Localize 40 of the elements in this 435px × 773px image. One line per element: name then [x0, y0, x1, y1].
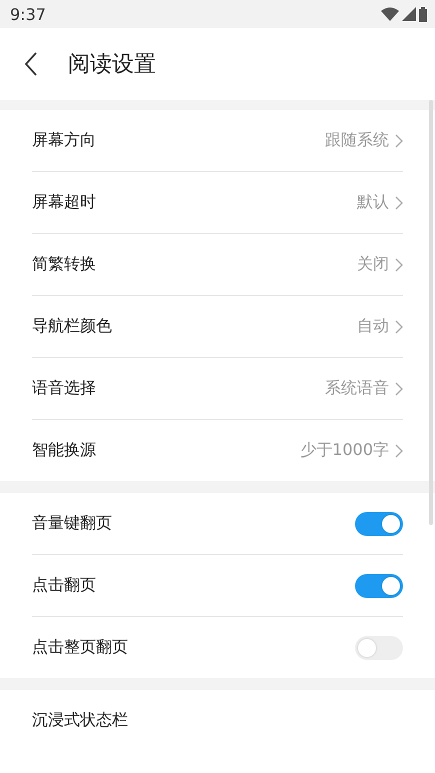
setting-value: 关闭 — [357, 254, 389, 275]
setting-value: 少于1000字 — [300, 440, 389, 461]
setting-label: 点击翻页 — [32, 575, 96, 596]
chevron-icon — [395, 320, 403, 334]
settings-row[interactable]: 沉浸式状态栏 — [32, 690, 403, 751]
settings-row[interactable]: 点击整页翻页 — [32, 617, 403, 678]
settings-row[interactable]: 屏幕超时 默认 — [32, 172, 403, 234]
setting-label: 音量键翻页 — [32, 513, 112, 534]
settings-row[interactable]: 导航栏颜色 自动 — [32, 296, 403, 358]
chevron-icon — [395, 196, 403, 210]
setting-label: 屏幕超时 — [32, 192, 96, 213]
chevron-icon — [395, 382, 403, 396]
setting-value: 默认 — [357, 192, 389, 213]
setting-value: 系统语音 — [325, 378, 389, 399]
setting-label: 导航栏颜色 — [32, 316, 112, 337]
settings-row[interactable]: 点击翻页 — [32, 555, 403, 617]
chevron-icon — [395, 444, 403, 458]
setting-label: 智能换源 — [32, 440, 96, 461]
page-title: 阅读设置 — [68, 51, 156, 79]
setting-label: 屏幕方向 — [32, 130, 96, 151]
status-time: 9:37 — [10, 4, 46, 24]
toggle-switch[interactable] — [355, 636, 403, 660]
settings-row[interactable]: 智能换源 少于1000字 — [32, 420, 403, 481]
toggle-switch[interactable] — [355, 574, 403, 598]
settings-row[interactable]: 屏幕方向 跟随系统 — [32, 110, 403, 172]
chevron-icon — [395, 134, 403, 148]
settings-row[interactable]: 语音选择 系统语音 — [32, 358, 403, 420]
settings-row[interactable]: 音量键翻页 — [32, 493, 403, 555]
wifi-icon — [381, 7, 399, 21]
setting-label: 简繁转换 — [32, 254, 96, 275]
chevron-icon — [395, 258, 403, 272]
setting-value: 跟随系统 — [325, 130, 389, 151]
setting-label: 沉浸式状态栏 — [32, 710, 128, 731]
setting-label: 语音选择 — [32, 378, 96, 399]
signal-icon — [402, 7, 416, 21]
settings-row[interactable]: 简繁转换 关闭 — [32, 234, 403, 296]
battery-icon — [419, 6, 427, 22]
setting-label: 点击整页翻页 — [32, 637, 128, 658]
toggle-switch[interactable] — [355, 512, 403, 536]
setting-value: 自动 — [357, 316, 389, 337]
